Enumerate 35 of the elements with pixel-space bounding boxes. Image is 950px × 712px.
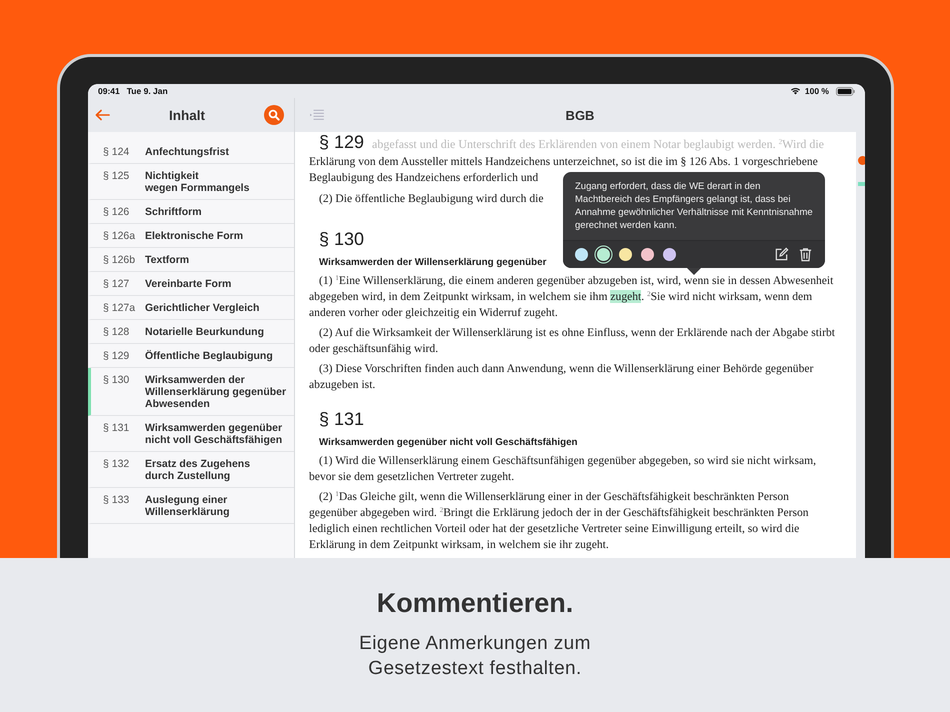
faded-text-line: abgefasst und die Unterschrift des Erklärenden von einem Notar beglaubigt werden. $^{2}$Wird die: [372, 137, 824, 152]
sidebar-item[interactable]: § 124 Anfechtungsfrist: [88, 140, 294, 164]
sidebar-item[interactable]: § 130 Wirksamwerden der Willenserklärung gegenüber Abwesenden: [88, 368, 294, 416]
status-date: Tue 9. Jan: [126, 86, 168, 96]
section-subtitle: Wirksamwerden gegenüber nicht voll Geschäftsfähigen: [318, 437, 578, 448]
section-subtitle: Wirksamwerden der Willenserklärung gegenüber: [318, 257, 546, 268]
sidebar-item[interactable]: § 133 Auslegung einer Willenserklärung: [88, 488, 294, 524]
section-heading: § 130: [318, 229, 364, 250]
sidebar-item[interactable]: § 127 Vereinbarte Form: [88, 272, 294, 296]
sidebar-item[interactable]: § 132 Ersatz des Zugehens durch Zustellung: [88, 452, 294, 488]
sidebar-item[interactable]: § 126a Elektronische Form: [88, 224, 294, 248]
paragraph-text: (2) Auf die Wirksamkeit der Willenserklärung ist es ohne Einfluss, wenn der Erklärende nach der Abgabe stirbt oder geschäftsunfähig wird.: [309, 325, 836, 357]
paragraph-text: (1) Wird die Willenserklärung einem Geschäftsunfähigen gegenüber abgegeben, so wird sie nicht wirksam, bevor sie dem gesetzlichen Vertreter zugeht.: [309, 453, 818, 485]
sidebar-item[interactable]: § 129 Öffentliche Beglaubigung: [88, 344, 294, 368]
section-heading: § 129: [318, 132, 364, 153]
caption-title: Kommentieren.: [376, 588, 574, 619]
sidebar-item[interactable]: § 128 Notarielle Beurkundung: [88, 320, 294, 344]
sidebar-item[interactable]: § 127a Gerichtlicher Vergleich: [88, 296, 294, 320]
sidebar-item[interactable]: § 125 Nichtigkeit wegen Formmangels: [88, 164, 294, 200]
sidebar-item[interactable]: § 126 Schriftform: [88, 200, 294, 224]
sidebar-item[interactable]: § 126b Textform: [88, 248, 294, 272]
sidebar-title: Inhalt: [168, 108, 206, 122]
sidebar-item[interactable]: § 131 Wirksamwerden gegenüber nicht voll Geschäftsfähigen: [88, 416, 294, 452]
document-title: BGB: [566, 108, 594, 122]
paragraph-text: (1) $^{1}$Eine Willenserklärung, die einem anderen gegenüber abzugeben ist, wird, wenn sie in dessen Abwesenheit abgegeben wird, in dem Zeitpunkt wirksam, in welchem sie ihm zugeht. $^{2}$Sie wird nicht wirksam, wenn dem anderen vorher oder gleichzeitig ein Widerruf zugeht.: [309, 273, 834, 321]
section-heading: § 131: [318, 409, 364, 430]
caption-subtitle: Eigene Anmerkungen zum Gesetzestext festhalten.: [359, 632, 591, 681]
note-text: Zugang erfordert, dass die WE derart in den Machtbereich des Empfängers gelangt ist, dass bei Annahme gewöhnlicher Verhältnisse mit Kenntnisnahme gerechnet werden kann.: [574, 180, 814, 233]
battery-percent: 100 %: [804, 86, 829, 96]
status-time: 09:41: [98, 86, 120, 96]
paragraph-text: Beglaubigung des Handzeichens erforderlich und: [309, 170, 538, 186]
paragraph-text: (2) Die öffentliche Beglaubigung wird durch die: [318, 191, 544, 207]
paragraph-text: (3) Diese Vorschriften finden auch dann Anwendung, wenn die Willenserklärung einer Behörde gegenüber abzugeben ist.: [309, 361, 814, 393]
paragraph-text: Erklärung von dem Aussteller mittels Handzeichens unterzeichnet, so ist die im § 126 Abs. 1 vorgeschriebene: [309, 154, 818, 170]
paragraph-text: (2) $^{1}$Das Gleiche gilt, wenn die Willenserklärung einer in der Geschäftsfähigkeit beschränkten Person gegenüber abgegeben wird. $^{2}$Bringt die Erklärung jedoch der in der Geschäftsfähigkeit beschränkten Person lediglich einen rechtlichen Vorteil oder hat der gesetzliche Vertreter seine Einwilligung erteilt, so wird die Erklärung in dem Zeitpunkt wirksam, in welchem sie ihr zugeht.: [309, 489, 810, 553]
